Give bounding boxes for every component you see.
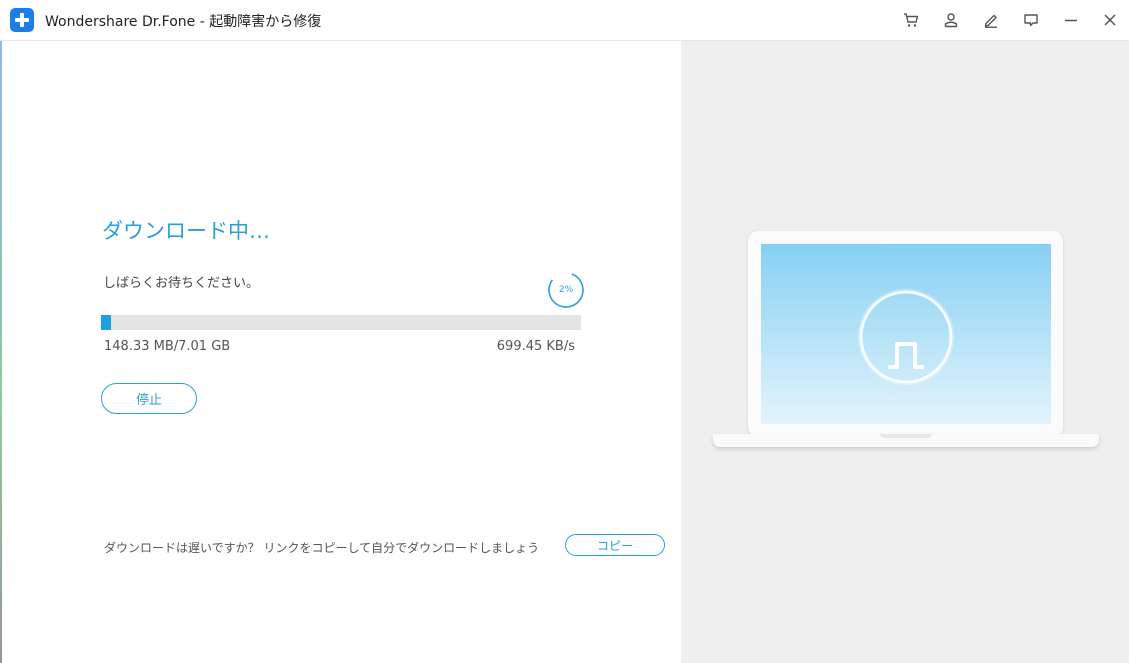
copy-link-button[interactable]: コピー bbox=[565, 534, 665, 556]
download-subtitle: しばらくお待ちください。 bbox=[103, 276, 260, 291]
close-icon[interactable] bbox=[1100, 10, 1120, 30]
progress-percent: 2% bbox=[558, 285, 574, 295]
drfone-logo-icon bbox=[10, 8, 34, 32]
edit-icon[interactable] bbox=[981, 10, 1001, 30]
slow-download-prompt: ダウンロードは遅いですか？ リンクをコピーして自分でダウンロードしましょう bbox=[104, 541, 540, 555]
download-speed: 699.45 KB/s bbox=[496, 339, 575, 354]
minimize-icon[interactable] bbox=[1061, 10, 1081, 30]
laptop-notch bbox=[880, 434, 932, 438]
download-size: 148.33 MB/7.01 GB bbox=[104, 339, 231, 354]
stop-button[interactable]: 停止 bbox=[101, 383, 197, 414]
download-title: ダウンロード中… bbox=[102, 219, 270, 243]
feedback-icon[interactable] bbox=[1021, 10, 1041, 30]
download-progress-fill bbox=[101, 315, 112, 330]
cart-icon[interactable] bbox=[901, 10, 921, 30]
title-bar: Wondershare Dr.Fone - 起動障害から修復 bbox=[0, 0, 1129, 41]
laptop-power-icon bbox=[858, 289, 954, 385]
account-icon[interactable] bbox=[941, 10, 961, 30]
download-progress-bar bbox=[101, 315, 581, 330]
window-title: Wondershare Dr.Fone - 起動障害から修復 bbox=[45, 14, 322, 30]
window-edge bbox=[0, 41, 2, 663]
